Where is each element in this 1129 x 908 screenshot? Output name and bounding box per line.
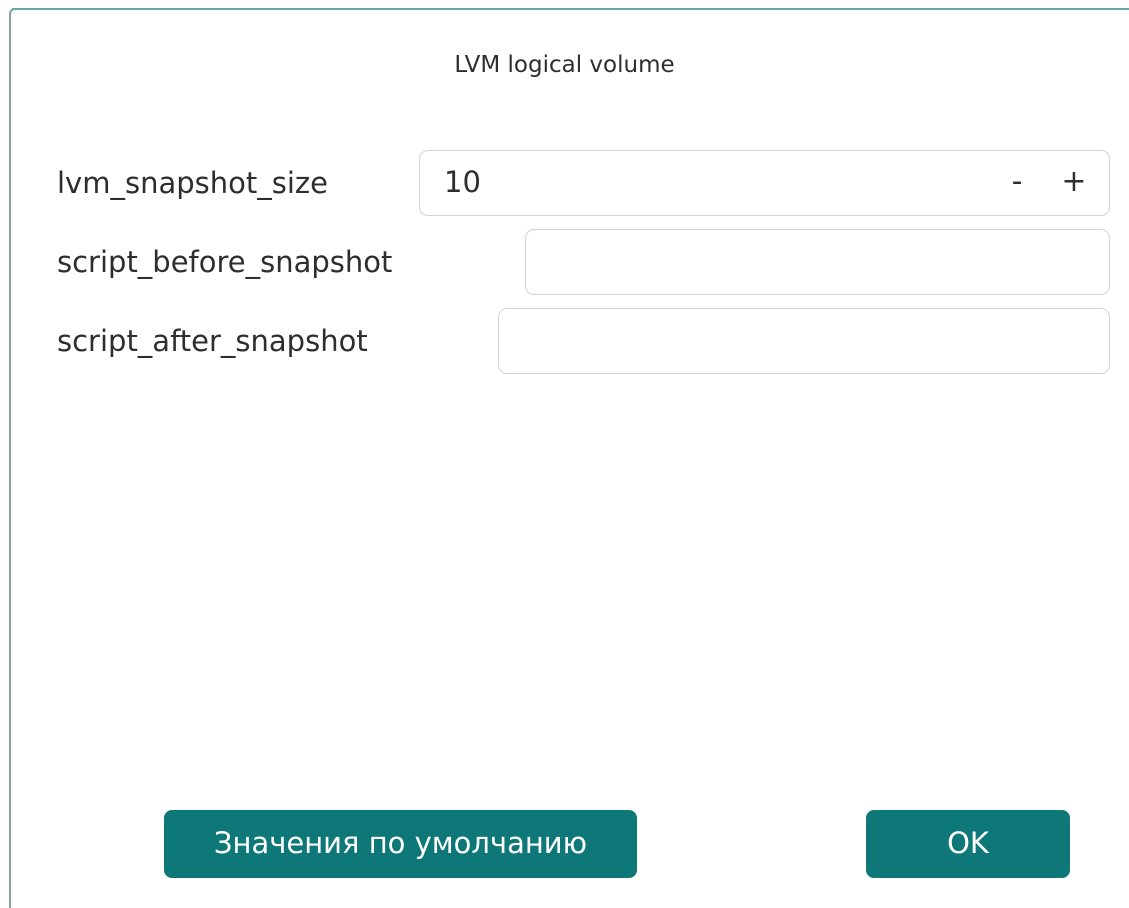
dialog-frame-corner [9, 8, 17, 16]
script-before-snapshot-label: script_before_snapshot [57, 245, 393, 279]
dialog-title: LVM logical volume [454, 52, 675, 78]
lvm-snapshot-size-spinbox[interactable]: 10 - + [419, 150, 1110, 216]
script-before-snapshot-field[interactable] [525, 229, 1110, 295]
lvm-snapshot-size-value[interactable]: 10 [444, 165, 481, 199]
dialog-frame-top [12, 8, 1129, 10]
ok-button[interactable]: OK [866, 810, 1070, 878]
decrement-button[interactable]: - [999, 162, 1035, 202]
lvm-snapshot-size-label: lvm_snapshot_size [57, 166, 328, 200]
script-after-snapshot-input[interactable] [499, 309, 1109, 373]
increment-button[interactable]: + [1056, 162, 1092, 202]
dialog-frame-left [9, 12, 11, 908]
script-after-snapshot-label: script_after_snapshot [57, 324, 368, 358]
script-before-snapshot-input[interactable] [526, 230, 1109, 294]
lvm-dialog: LVM logical volume lvm_snapshot_size 10 … [0, 0, 1129, 908]
script-after-snapshot-field[interactable] [498, 308, 1110, 374]
restore-defaults-button[interactable]: Значения по умолчанию [164, 810, 637, 878]
